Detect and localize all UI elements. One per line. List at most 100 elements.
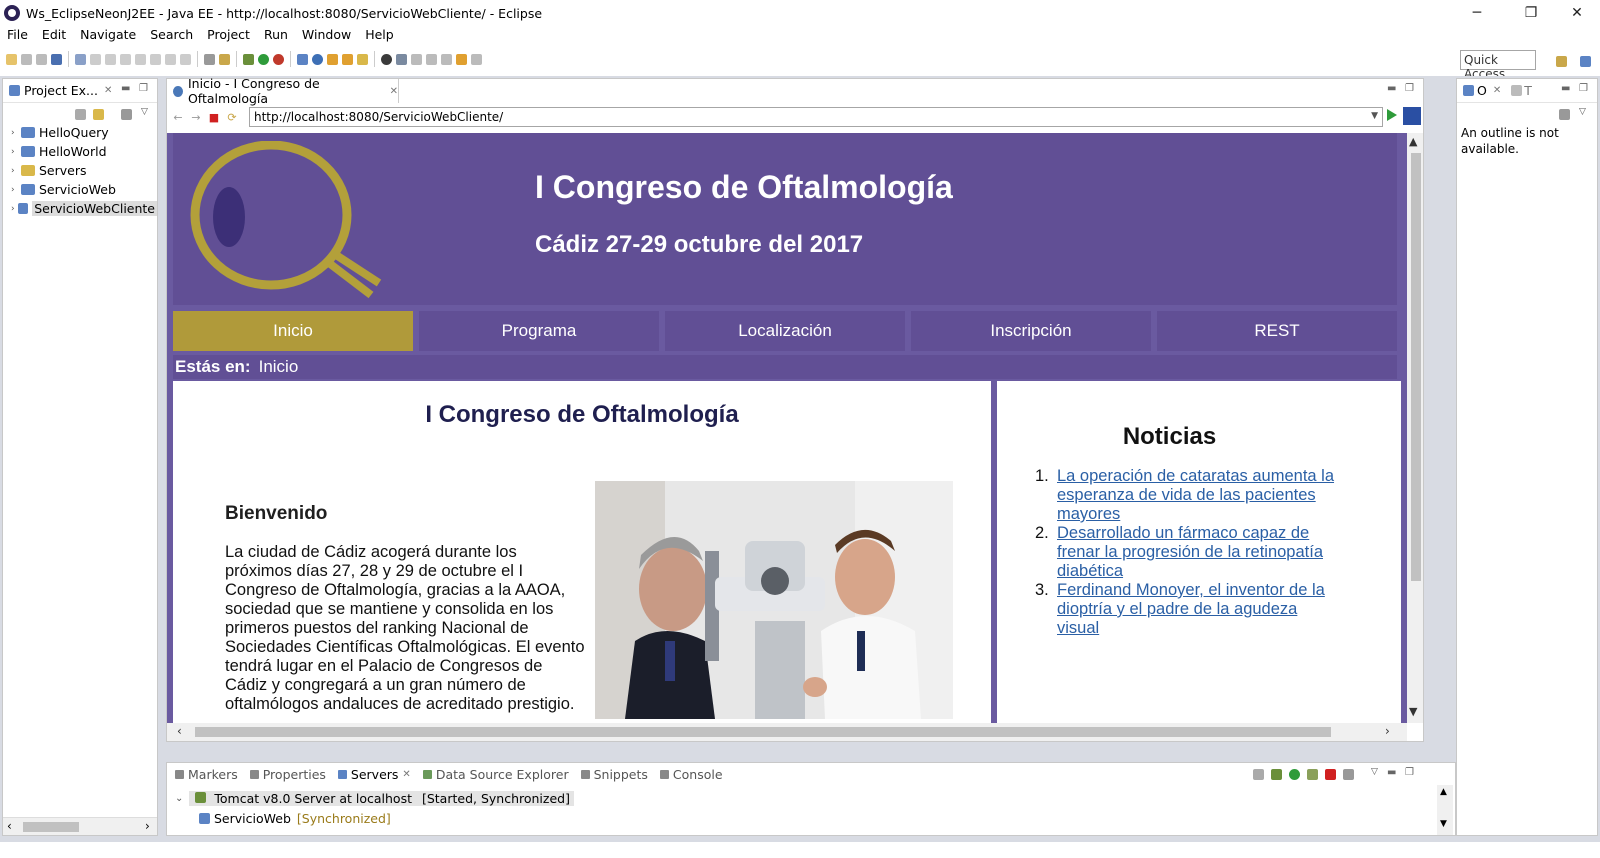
tab-console[interactable]: Console bbox=[654, 767, 729, 782]
scroll-down-icon[interactable]: ▼ bbox=[1409, 705, 1417, 718]
project-explorer-tab[interactable]: Project Ex... ✕ bbox=[3, 79, 157, 103]
horizontal-scrollbar[interactable]: ‹ › bbox=[3, 817, 157, 835]
chevron-right-icon[interactable]: › bbox=[11, 185, 21, 195]
publish-icon[interactable] bbox=[1343, 769, 1354, 780]
minimize-icon[interactable]: ▬ bbox=[121, 83, 130, 94]
menu-file[interactable]: File bbox=[0, 27, 35, 42]
suspend-icon[interactable] bbox=[105, 53, 116, 65]
url-input[interactable]: http://localhost:8080/ServicioWebCliente… bbox=[249, 107, 1383, 127]
view-menu-icon[interactable]: ▽ bbox=[1371, 767, 1378, 777]
open-perspective-button-icon[interactable] bbox=[1580, 56, 1591, 67]
chevron-right-icon[interactable]: › bbox=[11, 128, 21, 138]
filter-icon[interactable] bbox=[121, 109, 132, 120]
open-console-icon[interactable] bbox=[51, 53, 62, 65]
tab-markers[interactable]: Markers bbox=[169, 767, 244, 782]
tab-data-source-explorer[interactable]: Data Source Explorer bbox=[417, 767, 575, 782]
tree-item-servers[interactable]: › Servers bbox=[3, 161, 157, 180]
editor-tab-inicio[interactable]: Inicio - I Congreso de Oftalmología ✕ bbox=[167, 76, 399, 106]
maximize-icon[interactable]: ❐ bbox=[1405, 767, 1414, 778]
news-link-1[interactable]: La operación de cataratas aumenta la esp… bbox=[1057, 467, 1335, 524]
scroll-left-icon[interactable]: ‹ bbox=[177, 724, 182, 738]
outline-tab[interactable]: O ✕ T bbox=[1457, 79, 1597, 103]
scrollbar-thumb[interactable] bbox=[195, 727, 1331, 737]
chevron-down-icon[interactable]: ▼ bbox=[1371, 111, 1378, 121]
link-editor-icon[interactable] bbox=[93, 109, 104, 120]
refresh-icon[interactable]: ⟳ bbox=[225, 110, 239, 124]
menu-edit[interactable]: Edit bbox=[35, 27, 73, 42]
step-over-icon[interactable] bbox=[165, 53, 176, 65]
stop-icon[interactable]: ■ bbox=[207, 110, 221, 124]
maximize-icon[interactable]: ❐ bbox=[1579, 83, 1588, 94]
close-tab-icon[interactable]: ✕ bbox=[104, 85, 112, 96]
chevron-right-icon[interactable]: › bbox=[11, 147, 21, 157]
scroll-left-icon[interactable]: ‹ bbox=[7, 819, 12, 833]
next-annotation-icon[interactable] bbox=[411, 53, 422, 65]
minimize-button[interactable]: ─ bbox=[1454, 0, 1500, 26]
open-task-icon[interactable] bbox=[342, 53, 353, 65]
maximize-icon[interactable]: ❐ bbox=[139, 83, 148, 94]
forward-icon[interactable] bbox=[471, 53, 482, 65]
chevron-right-icon[interactable]: › bbox=[11, 204, 18, 214]
scroll-right-icon[interactable]: › bbox=[145, 819, 150, 833]
open-perspective-icon[interactable] bbox=[396, 53, 407, 65]
view-menu-icon[interactable]: ▽ bbox=[141, 107, 148, 117]
server-row-tomcat[interactable]: ⌄ Tomcat v8.0 Server at localhost [Start… bbox=[175, 789, 574, 807]
toggle-block-icon[interactable] bbox=[204, 53, 215, 65]
scroll-down-icon[interactable]: ▼ bbox=[1440, 819, 1447, 829]
prev-annotation-icon[interactable] bbox=[426, 53, 437, 65]
nav-inscripcion[interactable]: Inscripción bbox=[911, 311, 1151, 351]
nav-programa[interactable]: Programa bbox=[419, 311, 659, 351]
go-icon[interactable] bbox=[1387, 109, 1397, 121]
filter-icon[interactable] bbox=[1559, 109, 1570, 120]
back-icon[interactable] bbox=[456, 53, 467, 65]
new-server-icon[interactable] bbox=[297, 53, 308, 65]
tree-item-helloworld[interactable]: › HelloWorld bbox=[3, 142, 157, 161]
debug-icon[interactable] bbox=[243, 53, 254, 65]
disconnect-icon[interactable] bbox=[135, 53, 146, 65]
java-ee-perspective-icon[interactable] bbox=[1556, 56, 1567, 67]
horizontal-scrollbar[interactable]: ‹ › bbox=[167, 723, 1407, 741]
scroll-right-icon[interactable]: › bbox=[1385, 724, 1390, 738]
restore-button[interactable]: ❐ bbox=[1508, 0, 1554, 26]
forward-icon[interactable]: → bbox=[189, 110, 203, 124]
chevron-down-icon[interactable]: ⌄ bbox=[175, 793, 183, 804]
quick-access-input[interactable]: Quick Access bbox=[1460, 50, 1536, 81]
view-menu-icon[interactable]: ▽ bbox=[1579, 107, 1586, 117]
menu-project[interactable]: Project bbox=[200, 27, 257, 42]
maximize-icon[interactable]: ❐ bbox=[1405, 83, 1414, 94]
task-list-icon[interactable] bbox=[1511, 85, 1523, 96]
new-web-icon[interactable] bbox=[312, 53, 323, 65]
tree-item-helloquery[interactable]: › HelloQuery bbox=[3, 123, 157, 142]
tree-item-serviciowebcliente[interactable]: › ServicioWebCliente bbox=[3, 199, 157, 218]
scroll-up-icon[interactable]: ▲ bbox=[1409, 135, 1417, 148]
new-icon[interactable] bbox=[6, 53, 17, 65]
scrollbar-thumb[interactable] bbox=[1411, 153, 1421, 581]
collapse-all-icon[interactable] bbox=[1253, 769, 1264, 780]
nav-localizacion[interactable]: Localización bbox=[665, 311, 905, 351]
close-tab-icon[interactable]: ✕ bbox=[402, 769, 410, 780]
menu-navigate[interactable]: Navigate bbox=[73, 27, 143, 42]
tab-snippets[interactable]: Snippets bbox=[575, 767, 654, 782]
run-icon[interactable] bbox=[258, 53, 269, 65]
menu-help[interactable]: Help bbox=[358, 27, 401, 42]
stop-server-icon[interactable] bbox=[1325, 769, 1336, 780]
external-tools-icon[interactable] bbox=[273, 53, 284, 65]
profile-server-icon[interactable] bbox=[1307, 769, 1318, 780]
close-tab-icon[interactable]: ✕ bbox=[1493, 85, 1501, 96]
start-server-icon[interactable] bbox=[1289, 769, 1300, 780]
save-all-icon[interactable] bbox=[36, 53, 47, 65]
menu-search[interactable]: Search bbox=[143, 27, 200, 42]
scrollbar-thumb[interactable] bbox=[23, 822, 79, 832]
debug-server-icon[interactable] bbox=[1271, 769, 1282, 780]
chevron-right-icon[interactable]: › bbox=[11, 166, 21, 176]
save-icon[interactable] bbox=[21, 53, 32, 65]
globe-icon[interactable] bbox=[381, 53, 392, 65]
collapse-all-icon[interactable] bbox=[75, 109, 86, 120]
last-edit-icon[interactable] bbox=[441, 53, 452, 65]
nav-rest[interactable]: REST bbox=[1157, 311, 1397, 351]
refactor-icon[interactable] bbox=[219, 53, 230, 65]
tree-item-servicioweb[interactable]: › ServicioWeb bbox=[3, 180, 157, 199]
minimize-icon[interactable]: ▬ bbox=[1561, 83, 1570, 94]
task-list-tab-label[interactable]: T bbox=[1524, 83, 1532, 98]
resume-icon[interactable] bbox=[90, 53, 101, 65]
